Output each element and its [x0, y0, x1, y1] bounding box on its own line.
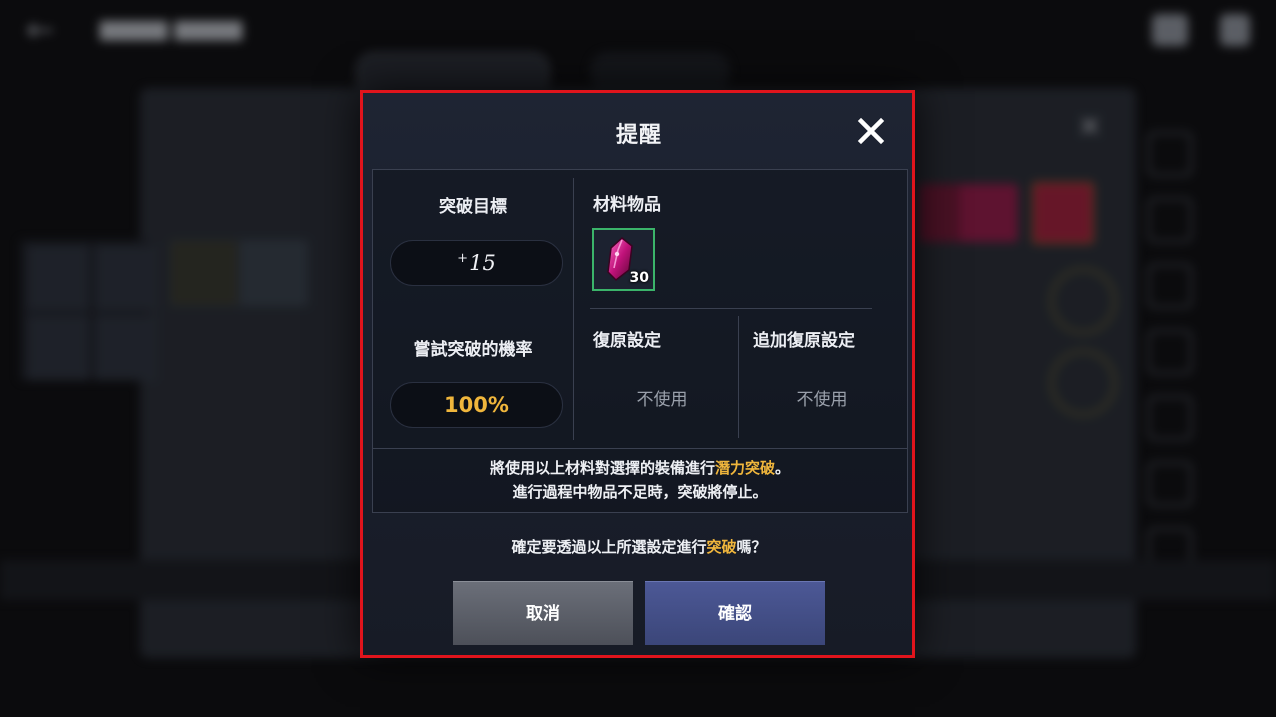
background-slot [170, 240, 238, 306]
background-slot [96, 316, 156, 380]
target-label: 突破目標 [439, 197, 507, 217]
notice-line-1: 將使用以上材料對選擇的裝備進行潛力突破。 [489, 459, 791, 477]
divider [738, 316, 739, 438]
breakthrough-info-box: 突破目標 +15 嘗試突破的機率 100% 材料物品 30 復原設定 不使用 追… [372, 169, 908, 513]
rate-value: 100% [444, 393, 509, 417]
restore-label: 復原設定 [593, 331, 661, 351]
rate-value-pill: 100% [390, 382, 563, 428]
back-arrow-icon: ← [26, 10, 55, 50]
close-button[interactable] [855, 115, 887, 147]
divider [573, 178, 574, 440]
close-icon [857, 117, 885, 145]
item-count: 30 [629, 270, 649, 286]
target-value: +15 [457, 251, 496, 275]
background-tab [590, 52, 730, 92]
background-slot [28, 246, 88, 310]
background-title: ▆▆▆▆ ▆▆▆▆ [100, 16, 243, 41]
inventory-icon [1152, 14, 1188, 46]
restore-value: 不使用 [636, 390, 688, 410]
material-item-slot[interactable]: 30 [592, 228, 655, 291]
cancel-button[interactable]: 取消 [453, 581, 633, 645]
confirm-button[interactable]: 確認 [645, 581, 825, 645]
reminder-dialog: 提醒 突破目標 +15 嘗試突破的機率 100% 材料物品 30 復原設定 不使… [360, 90, 915, 658]
exit-icon [1220, 14, 1250, 46]
background-side-menu [1140, 110, 1200, 590]
background-slot [96, 246, 156, 310]
dialog-title: 提醒 [615, 123, 662, 148]
divider [590, 308, 872, 309]
background-slot [28, 316, 88, 380]
background-gem [960, 184, 1018, 242]
background-close-icon: ✕ [1078, 110, 1102, 143]
extra-restore-label: 追加復原設定 [753, 331, 855, 351]
background-plus-button [1050, 350, 1116, 416]
background-gem [1032, 182, 1094, 244]
notice-line-2: 進行過程中物品不足時，突破將停止。 [512, 483, 768, 501]
rate-label: 嘗試突破的機率 [413, 340, 533, 360]
material-label: 材料物品 [593, 195, 661, 215]
divider [373, 448, 907, 449]
breakthrough-notice: 將使用以上材料對選擇的裝備進行潛力突破。 進行過程中物品不足時，突破將停止。 [373, 456, 907, 504]
extra-restore-value: 不使用 [796, 390, 848, 410]
background-plus-button [1050, 268, 1116, 334]
confirm-question: 確定要透過以上所選設定進行突破嗎？ [511, 538, 767, 556]
target-value-pill: +15 [390, 240, 563, 286]
background-slot [240, 240, 308, 306]
